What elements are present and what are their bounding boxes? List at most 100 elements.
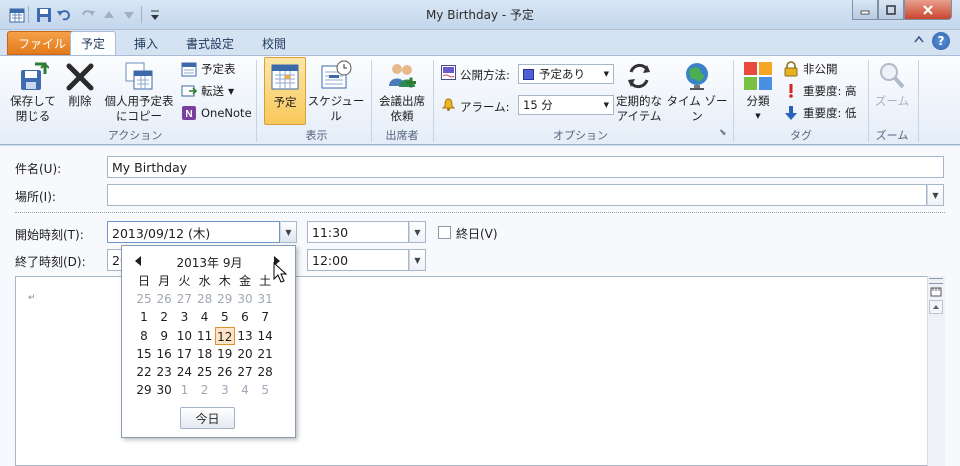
ruler-toggle-icon[interactable] [929, 286, 943, 298]
calendar-day[interactable]: 17 [174, 345, 194, 363]
low-importance-button[interactable]: 重要度: 低 [783, 103, 857, 123]
calendar-day[interactable]: 28 [255, 363, 275, 381]
calendar-day[interactable]: 3 [215, 381, 235, 399]
calendar-day[interactable]: 14 [255, 327, 275, 345]
copy-to-personal-label: 個人用予定表 にコピー [104, 94, 174, 123]
calendar-day[interactable]: 13 [235, 327, 255, 345]
show-as-select[interactable]: 予定あり ▼ [518, 64, 614, 84]
start-time-input[interactable]: 11:30 [307, 221, 409, 243]
calendar-day[interactable]: 29 [215, 290, 235, 308]
calendar-day[interactable]: 31 [255, 290, 275, 308]
calendar-day[interactable]: 4 [235, 381, 255, 399]
location-dropdown-button[interactable]: ▼ [927, 184, 944, 206]
scheduling-button[interactable]: スケジュール [306, 60, 366, 124]
high-importance-button[interactable]: 重要度: 高 [783, 81, 857, 101]
month-title: 2013年 9月 [176, 256, 243, 270]
calendar-day[interactable]: 26 [154, 290, 174, 308]
calendar-day[interactable]: 5 [255, 381, 275, 399]
start-date-input[interactable]: 2013/09/12 (木) [107, 221, 280, 243]
group-label-options: オプション [553, 129, 608, 142]
end-time-dropdown-button[interactable]: ▼ [409, 249, 426, 271]
end-time-input[interactable]: 12:00 [307, 249, 409, 271]
calendar-day[interactable]: 3 [174, 308, 194, 326]
forward-label: 転送 [201, 84, 224, 98]
calendar-day[interactable]: 11 [195, 327, 215, 345]
calendar-day[interactable]: 25 [134, 290, 154, 308]
calendar-day[interactable]: 28 [195, 290, 215, 308]
forward-button[interactable]: 転送 ▼ [181, 81, 234, 101]
subject-input[interactable]: My Birthday [107, 156, 944, 178]
help-button[interactable]: ? [932, 32, 950, 50]
scroll-up-button[interactable] [929, 300, 943, 314]
calendar-day[interactable]: 6 [235, 308, 255, 326]
tab-file[interactable]: ファイル [7, 31, 78, 55]
calendar-day[interactable]: 30 [154, 381, 174, 399]
redo-icon[interactable] [79, 6, 96, 23]
calendar-day[interactable]: 15 [134, 345, 154, 363]
maximize-button[interactable] [878, 0, 904, 20]
undo-icon[interactable] [55, 6, 72, 23]
collapse-ribbon-icon[interactable] [912, 35, 926, 49]
tab-appointment[interactable]: 予定 [70, 31, 117, 55]
calendar-day[interactable]: 19 [215, 345, 235, 363]
calendar-day[interactable]: 30 [235, 290, 255, 308]
calendar-day[interactable]: 9 [154, 327, 174, 345]
appointment-view-button[interactable]: 予定 [264, 57, 306, 125]
start-date-dropdown-button[interactable]: ▼ [280, 221, 297, 243]
delete-button[interactable]: 削除 [62, 60, 98, 109]
calendar-day[interactable]: 27 [174, 290, 194, 308]
categorize-button[interactable]: 分類 ▼ [740, 60, 776, 124]
calendar-button[interactable]: 予定表 [181, 59, 236, 79]
calendar-day[interactable]: 20 [235, 345, 255, 363]
dialog-launcher-icon[interactable]: ⬊ [719, 128, 727, 138]
calendar-day[interactable]: 23 [154, 363, 174, 381]
calendar-app-icon[interactable] [8, 6, 25, 23]
meeting-request-button[interactable]: 会議出席 依頼 [376, 60, 428, 124]
splitter-handle-icon[interactable] [929, 278, 943, 284]
save-close-button[interactable]: 保存して 閉じる [10, 60, 56, 124]
calendar-day[interactable]: 27 [235, 363, 255, 381]
tab-format-text[interactable]: 書式設定 [176, 31, 244, 55]
calendar-day[interactable]: 4 [195, 308, 215, 326]
up-arrow-icon[interactable] [100, 6, 117, 23]
private-button[interactable]: 非公開 [783, 59, 838, 79]
zoom-button[interactable]: ズーム [872, 60, 912, 109]
date-picker-popup: 2013年 9月 日月火水木金土 25 26 27 28 29 30 31 1 2 3 4 5 6 7 8 9 1… [121, 245, 296, 438]
calendar-day[interactable]: 21 [255, 345, 275, 363]
all-day-checkbox[interactable] [438, 226, 451, 239]
tab-review[interactable]: 校閲 [252, 31, 296, 55]
calendar-day[interactable]: 8 [134, 327, 154, 345]
calendar-day[interactable]: 1 [134, 308, 154, 326]
group-label-tags: タグ [790, 129, 812, 142]
save-icon[interactable] [35, 6, 52, 23]
calendar-day[interactable]: 10 [174, 327, 194, 345]
end-time-label: 終了時刻(D): [15, 255, 86, 269]
calendar-day[interactable]: 2 [154, 308, 174, 326]
down-arrow-icon[interactable] [120, 6, 137, 23]
calendar-day[interactable]: 7 [255, 308, 275, 326]
prev-month-button[interactable] [134, 255, 144, 267]
customize-qat-icon[interactable] [146, 6, 163, 23]
location-input[interactable] [107, 184, 927, 206]
close-button[interactable] [904, 0, 952, 20]
calendar-day[interactable]: 2 [195, 381, 215, 399]
start-time-dropdown-button[interactable]: ▼ [409, 221, 426, 243]
tab-insert[interactable]: 挿入 [124, 31, 168, 55]
calendar-day[interactable]: 16 [154, 345, 174, 363]
calendar-day[interactable]: 12 [214, 326, 235, 345]
calendar-day[interactable]: 18 [195, 345, 215, 363]
calendar-day[interactable]: 1 [174, 381, 194, 399]
today-button[interactable]: 今日 [180, 407, 235, 429]
copy-to-personal-calendar-button[interactable]: 個人用予定表 にコピー [102, 60, 176, 124]
timezone-button[interactable]: タイム ゾーン [664, 60, 730, 124]
calendar-day[interactable]: 26 [215, 363, 235, 381]
onenote-button[interactable]: N OneNote [181, 103, 252, 123]
recurrence-button[interactable]: 定期的な アイテム [612, 60, 666, 124]
calendar-day[interactable]: 5 [215, 308, 235, 326]
minimize-button[interactable] [852, 0, 878, 20]
calendar-day[interactable]: 25 [195, 363, 215, 381]
calendar-day[interactable]: 29 [134, 381, 154, 399]
calendar-day[interactable]: 22 [134, 363, 154, 381]
reminder-select[interactable]: 15 分 ▼ [518, 95, 614, 115]
calendar-day[interactable]: 24 [174, 363, 194, 381]
